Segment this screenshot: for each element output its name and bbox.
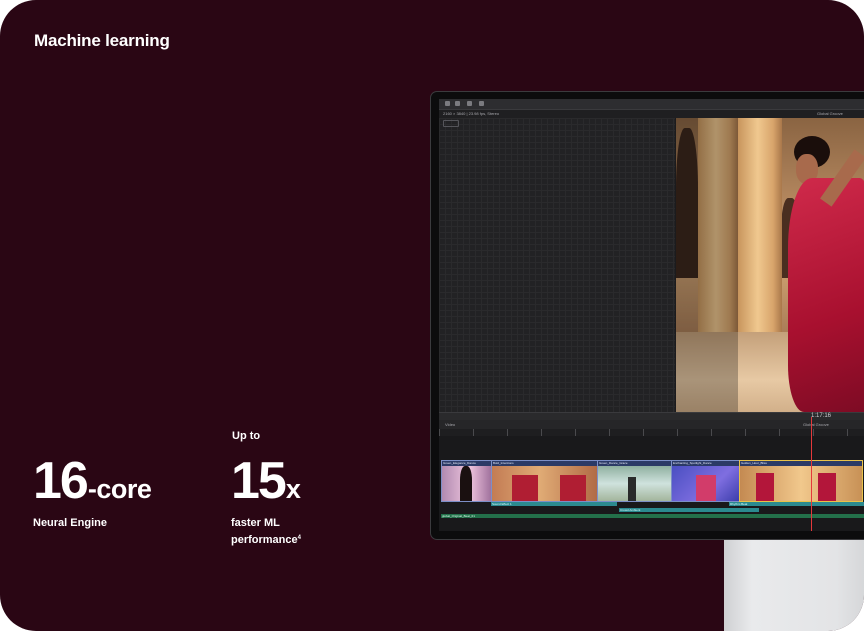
monitor-stand [724, 530, 864, 631]
stat-value: 16 [33, 452, 89, 510]
clip-label: Golden_Hour_Bliss [741, 461, 767, 465]
playhead[interactable] [811, 417, 812, 531]
stat-caption: Neural Engine [33, 517, 107, 529]
timeline[interactable]: Green_Elegance_Dance Bold_Intentions Gre… [439, 436, 864, 531]
final-cut-pro-window: 2160 × 3840 | 23.98 fps, Stereo Global G… [439, 99, 864, 531]
viewer-info-bar: 2160 × 3840 | 23.98 fps, Stereo Global G… [439, 110, 864, 118]
video-clip[interactable]: Enchanting_Spotlight_Dance [671, 460, 741, 502]
music-track[interactable]: global_Original_Beat_01 [441, 514, 864, 518]
footnote-marker: 4 [297, 535, 301, 541]
section-title: Machine learning [34, 31, 170, 50]
audio-clip[interactable]: Crowd Ambient [619, 508, 759, 512]
feature-card: Machine learning 16-core Neural Engine U… [0, 0, 864, 631]
caption-line-2: performance [231, 534, 298, 546]
dancer-dress [788, 178, 864, 412]
clip-label: Enchanting_Spotlight_Dance [673, 461, 712, 465]
audio-clip[interactable]: Sound Effect 1 [491, 502, 617, 506]
project-name: Global Groove [817, 111, 843, 116]
background-tasks-icon[interactable] [467, 101, 472, 106]
video-viewer[interactable] [676, 118, 864, 412]
import-icon[interactable] [445, 101, 450, 106]
stat-prefix: Up to [232, 430, 261, 442]
stat-suffix: -core [87, 474, 152, 504]
caption-line-1: faster ML [231, 517, 280, 529]
video-clip[interactable]: Green_Elegance_Dance [441, 460, 493, 502]
audio-clip[interactable]: Rhythm Beat [729, 502, 864, 506]
comparison-split [676, 118, 738, 412]
timecode: 1:17:16 [811, 413, 832, 419]
clip-label: Green_Elegance_Dance [443, 461, 476, 465]
stat-value: 15 [231, 452, 287, 510]
ml-performance-stat: 15x faster ML performance4 [231, 455, 301, 548]
clip-label: Green_Dance_Grace [599, 461, 628, 465]
video-clip[interactable]: Green_Dance_Grace [597, 460, 673, 502]
neural-engine-stat: 16-core Neural Engine [33, 452, 152, 531]
index-label[interactable]: Video [445, 422, 455, 427]
stone-pillar [738, 118, 782, 333]
studio-display: 2160 × 3840 | 23.98 fps, Stereo Global G… [431, 92, 864, 539]
video-clip-selected[interactable]: Golden_Hour_Bliss [739, 460, 863, 502]
media-browser[interactable] [439, 118, 675, 412]
timeline-project: Global Groove [803, 422, 829, 427]
stat-caption: faster ML performance4 [231, 516, 301, 548]
share-icon[interactable] [479, 101, 484, 106]
stat-suffix: x [285, 474, 301, 504]
clip-label: Bold_Intentions [493, 461, 514, 465]
filter-button[interactable] [443, 120, 459, 127]
keyword-icon[interactable] [455, 101, 460, 106]
timeline-ruler[interactable] [439, 429, 864, 436]
format-info: 2160 × 3840 | 23.98 fps, Stereo [443, 111, 500, 116]
video-clip[interactable]: Bold_Intentions [491, 460, 599, 502]
timeline-header: Video Global Groove [439, 420, 864, 429]
app-toolbar [439, 99, 864, 110]
